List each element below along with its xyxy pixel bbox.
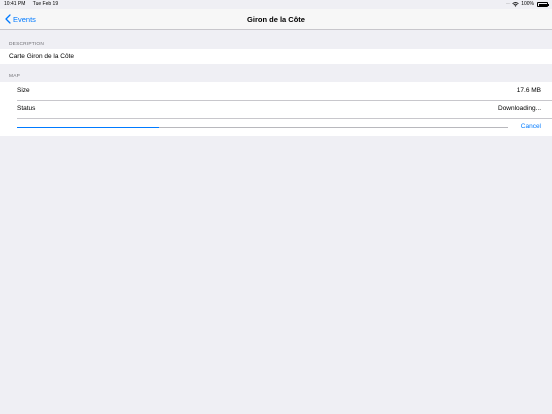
download-progress-bar [17,127,508,128]
navigation-bar: Events Giron de la Côte [0,9,552,30]
battery-percent: 100% [521,1,534,7]
battery-icon [537,2,549,7]
page-title: Giron de la Côte [247,15,305,24]
status-date: Tue Feb 19 [32,1,59,7]
size-label: Size [17,87,30,94]
map-section-header: MAP [9,74,20,79]
status-row: Status Downloading... [0,100,552,118]
description-cell: Carte Giron de la Côte [0,49,552,64]
size-value: 17.6 MB [516,87,541,94]
cancel-button[interactable]: Cancel [521,123,541,130]
status-bar: 10:41 PM Tue Feb 19 ···· 100% [0,0,552,9]
description-text: Carte Giron de la Côte [9,53,75,60]
signal-icon: ···· [505,1,511,7]
map-group: Size 17.6 MB Status Downloading... Cance… [0,82,552,136]
description-group: Carte Giron de la Côte [0,49,552,64]
status-value: Downloading... [498,105,541,112]
wifi-icon [512,2,519,7]
description-section-header: DESCRIPTION [9,42,44,47]
status-label: Status [17,105,36,112]
status-time: 10:41 PM [4,1,26,7]
download-progress-row: Cancel [0,118,552,136]
size-row: Size 17.6 MB [0,82,552,100]
download-progress-fill [17,127,160,128]
